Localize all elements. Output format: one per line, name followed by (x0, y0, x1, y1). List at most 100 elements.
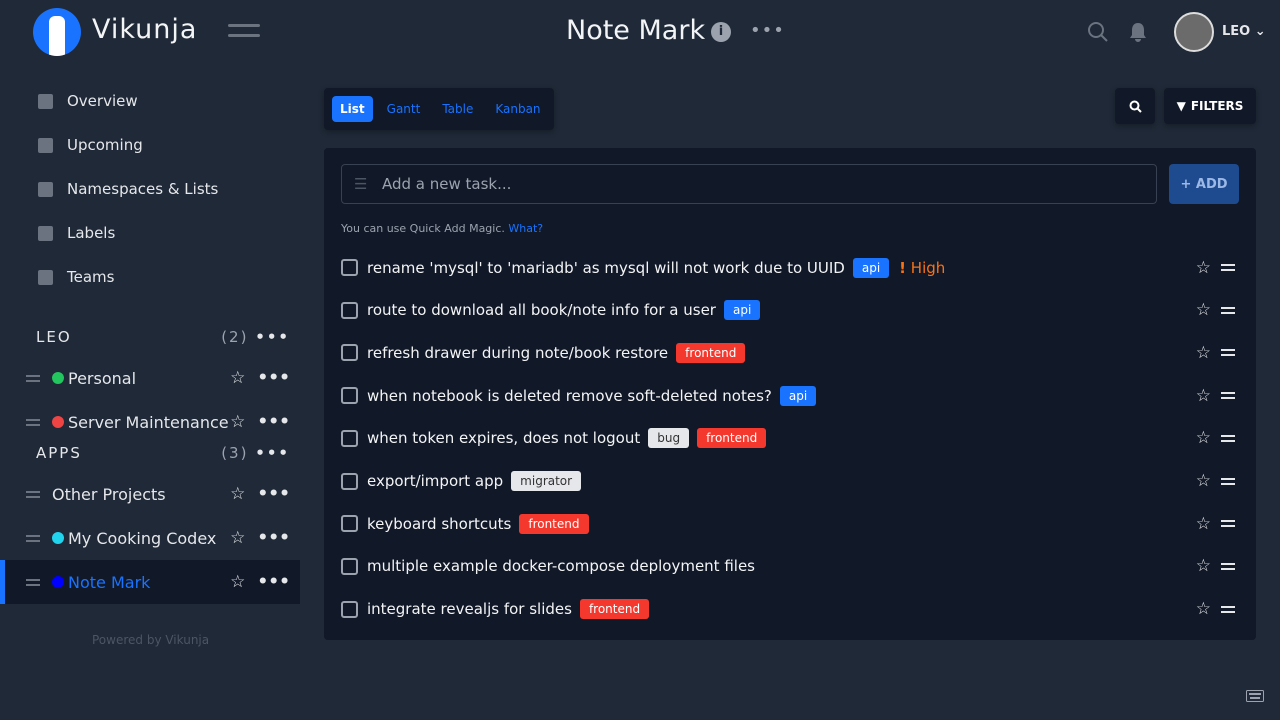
task-checkbox[interactable] (341, 387, 358, 405)
info-icon[interactable]: i (711, 22, 731, 42)
namespace-menu-icon[interactable]: ••• (255, 444, 290, 462)
label-badge: api (779, 385, 817, 406)
add-task-button[interactable]: + ADD (1169, 164, 1239, 204)
task-title[interactable]: keyboard shortcuts (367, 515, 511, 533)
drag-handle-icon[interactable] (1221, 432, 1235, 445)
drag-handle-icon[interactable] (1221, 389, 1235, 402)
sidebar-item-4[interactable]: Teams (38, 268, 114, 286)
drag-handle-icon[interactable] (26, 488, 40, 501)
search-icon[interactable] (1087, 21, 1109, 43)
project-menu-icon[interactable]: ••• (257, 412, 290, 432)
sidebar-item-2[interactable]: Namespaces & Lists (38, 180, 218, 198)
task-title[interactable]: rename 'mysql' to 'mariadb' as mysql wil… (367, 259, 845, 277)
star-icon[interactable]: ☆ (1196, 471, 1211, 491)
task-row[interactable]: integrate revealjs for slides frontend ☆ (341, 588, 1239, 631)
project-item[interactable]: My Cooking Codex ☆ ••• (0, 516, 300, 560)
project-item[interactable]: Other Projects ☆ ••• (0, 472, 300, 516)
namespace-header[interactable]: LEO (2) ••• (36, 328, 290, 346)
keyboard-icon[interactable] (1246, 690, 1264, 702)
label-badge: frontend (519, 513, 589, 534)
sidebar-item-1[interactable]: Upcoming (38, 136, 143, 154)
task-row[interactable]: refresh drawer during note/book restore f… (341, 331, 1239, 374)
task-title[interactable]: when token expires, does not logout (367, 429, 640, 447)
project-menu-icon[interactable]: ••• (750, 20, 785, 41)
project-color-dot (52, 576, 64, 588)
task-checkbox[interactable] (341, 301, 358, 319)
sidebar-item-label: Upcoming (67, 136, 143, 154)
task-title[interactable]: integrate revealjs for slides (367, 600, 572, 618)
add-task-input[interactable]: ☰ Add a new task... (341, 164, 1157, 204)
drag-handle-icon[interactable] (26, 372, 40, 385)
task-checkbox[interactable] (341, 429, 358, 447)
task-checkbox[interactable] (341, 515, 358, 533)
drag-handle-icon[interactable] (1221, 304, 1235, 317)
vikunja-logo[interactable] (33, 8, 81, 56)
task-row[interactable]: export/import app migrator ☆ (341, 460, 1239, 503)
priority-badge: ! High (899, 259, 945, 277)
star-icon[interactable]: ☆ (230, 368, 245, 388)
drag-handle-icon[interactable] (1221, 517, 1235, 530)
tab-kanban[interactable]: Kanban (487, 96, 548, 122)
star-icon[interactable]: ☆ (230, 528, 245, 548)
avatar[interactable] (1174, 12, 1214, 52)
task-checkbox[interactable] (341, 259, 358, 276)
namespace-menu-icon[interactable]: ••• (255, 328, 290, 346)
tab-table[interactable]: Table (434, 96, 481, 122)
task-checkbox[interactable] (341, 344, 358, 362)
task-title[interactable]: multiple example docker-compose deployme… (367, 557, 755, 575)
drag-handle-icon[interactable] (1221, 560, 1235, 573)
drag-handle-icon[interactable] (1221, 603, 1235, 616)
drag-handle-icon[interactable] (1221, 346, 1235, 359)
bell-icon[interactable] (1128, 21, 1148, 43)
task-row[interactable]: when notebook is deleted remove soft-del… (341, 374, 1239, 417)
task-row[interactable]: rename 'mysql' to 'mariadb' as mysql wil… (341, 246, 1239, 289)
star-icon[interactable]: ☆ (1196, 343, 1211, 363)
star-icon[interactable]: ☆ (1196, 599, 1211, 619)
namespace-header[interactable]: APPS (3) ••• (36, 444, 290, 462)
filters-button[interactable]: ▼ FILTERS (1164, 88, 1256, 124)
project-menu-icon[interactable]: ••• (257, 368, 290, 388)
tab-list[interactable]: List (332, 96, 373, 122)
star-icon[interactable]: ☆ (1196, 428, 1211, 448)
star-icon[interactable]: ☆ (230, 572, 245, 592)
drag-handle-icon[interactable] (1221, 261, 1235, 274)
user-menu[interactable]: LEO ⌄ (1222, 24, 1266, 39)
star-icon[interactable]: ☆ (1196, 300, 1211, 320)
drag-handle-icon[interactable] (26, 576, 40, 589)
task-title[interactable]: export/import app (367, 472, 503, 490)
task-row[interactable]: multiple example docker-compose deployme… (341, 545, 1239, 588)
star-icon[interactable]: ☆ (1196, 258, 1211, 278)
search-button[interactable] (1115, 88, 1155, 124)
drag-handle-icon[interactable] (1221, 475, 1235, 488)
username: LEO (1222, 24, 1251, 39)
star-icon[interactable]: ☆ (230, 412, 245, 432)
tab-gantt[interactable]: Gantt (379, 96, 429, 122)
drag-handle-icon[interactable] (26, 416, 40, 429)
task-title[interactable]: when notebook is deleted remove soft-del… (367, 387, 772, 405)
task-row[interactable]: route to download all book/note info for… (341, 289, 1239, 332)
task-checkbox[interactable] (341, 472, 358, 490)
project-item[interactable]: Personal ☆ ••• (0, 356, 300, 400)
drag-handle-icon[interactable] (26, 532, 40, 545)
task-row[interactable]: when token expires, does not logout bug fr… (341, 417, 1239, 460)
menu-toggle-icon[interactable] (228, 24, 260, 44)
sidebar-item-3[interactable]: Labels (38, 224, 115, 242)
task-title[interactable]: refresh drawer during note/book restore (367, 344, 668, 362)
namespace-count: (3) (221, 444, 249, 462)
project-menu-icon[interactable]: ••• (257, 484, 290, 504)
star-icon[interactable]: ☆ (1196, 386, 1211, 406)
project-item[interactable]: Server Maintenance ☆ ••• (0, 400, 300, 444)
sidebar-item-0[interactable]: Overview (38, 92, 138, 110)
task-checkbox[interactable] (341, 600, 358, 618)
star-icon[interactable]: ☆ (1196, 556, 1211, 576)
project-menu-icon[interactable]: ••• (257, 572, 290, 592)
star-icon[interactable]: ☆ (230, 484, 245, 504)
project-item[interactable]: Note Mark ☆ ••• (0, 560, 300, 604)
task-title[interactable]: route to download all book/note info for… (367, 301, 716, 319)
star-icon[interactable]: ☆ (1196, 514, 1211, 534)
quick-add-help-link[interactable]: What? (508, 222, 543, 235)
nav-icon (38, 225, 53, 241)
project-menu-icon[interactable]: ••• (257, 528, 290, 548)
task-checkbox[interactable] (341, 557, 358, 575)
task-row[interactable]: keyboard shortcuts frontend ☆ (341, 502, 1239, 545)
